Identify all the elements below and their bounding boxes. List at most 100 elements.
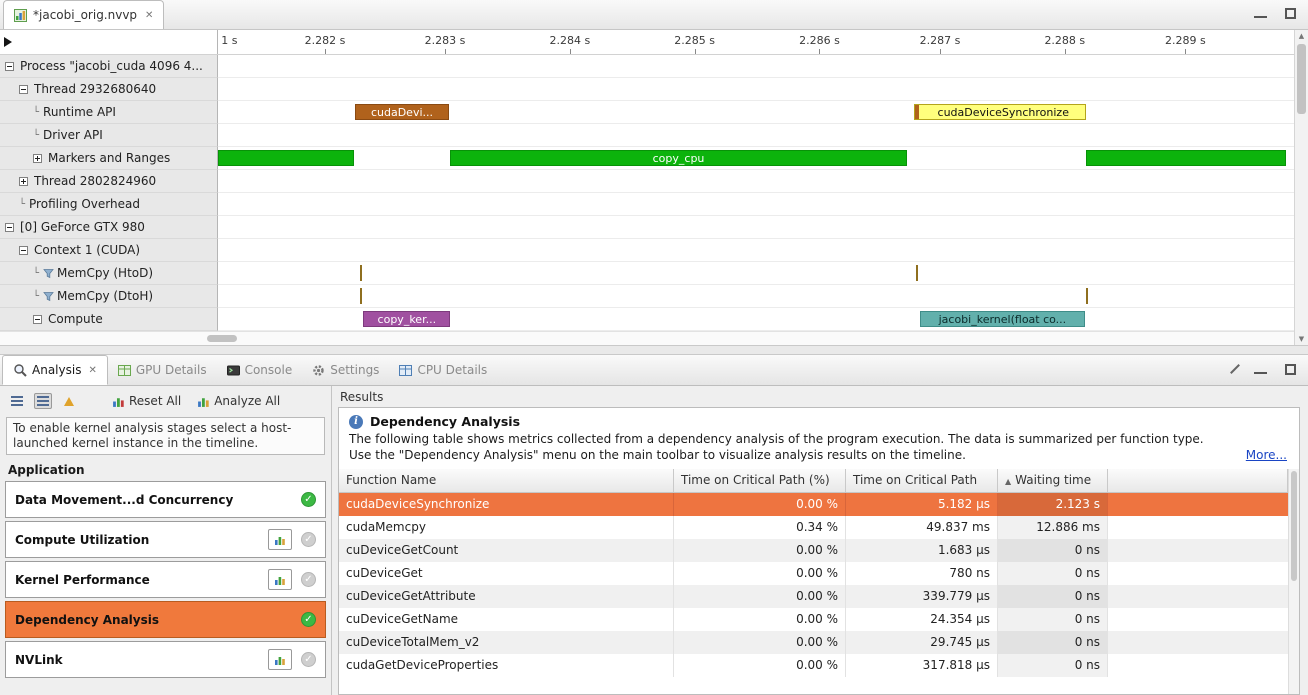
table-cell: cuDeviceTotalMem_v2: [339, 631, 674, 654]
collapse-icon[interactable]: [19, 246, 28, 255]
timeline-tree-item-driver-api[interactable]: └Driver API: [0, 124, 218, 147]
analysis-stage-kernel-performance[interactable]: Kernel Performance✓: [5, 561, 326, 598]
tab-gpu-details[interactable]: GPU Details: [108, 355, 217, 385]
timeline-interval-cudadevi[interactable]: cudaDevi...: [355, 104, 449, 120]
timeline-row: Thread 2802824960: [0, 170, 1294, 193]
timeline-interval-jacobi-kernel-float-co[interactable]: jacobi_kernel(float co...: [920, 311, 1086, 327]
tab-console[interactable]: Console: [217, 355, 303, 385]
memcpy-interval[interactable]: [360, 265, 362, 281]
results-vscrollbar[interactable]: [1288, 469, 1299, 694]
collapse-icon[interactable]: [5, 223, 14, 232]
column-header-time-on-critical-path[interactable]: Time on Critical Path (%): [674, 469, 846, 492]
chart-icon-button[interactable]: [268, 529, 292, 550]
grouped-view-icon[interactable]: [34, 393, 52, 409]
timeline-tree-item-0-geforce-gtx-980[interactable]: [0] GeForce GTX 980: [0, 216, 218, 239]
analysis-stage-nvlink[interactable]: NVLink✓: [5, 641, 326, 678]
tab-analysis[interactable]: Analysis ✕: [2, 355, 108, 385]
timeline-tree-item-compute[interactable]: Compute: [0, 308, 218, 331]
tab-settings[interactable]: Settings: [302, 355, 389, 385]
timeline-interval-cudadevicesynchronize[interactable]: cudaDeviceSynchronize: [914, 104, 1086, 120]
table-row-cudadevicesynchronize[interactable]: cudaDeviceSynchronize0.00 %5.182 µs2.123…: [339, 493, 1288, 516]
scroll-down-icon[interactable]: ▼: [1295, 333, 1308, 345]
timeline-tree-item-memcpy-htod[interactable]: └MemCpy (HtoD): [0, 262, 218, 285]
table-row-cudeviceget[interactable]: cuDeviceGet0.00 %780 ns0 ns: [339, 562, 1288, 585]
list-view-icon[interactable]: [8, 393, 26, 409]
ruler-tick-mark: [940, 49, 941, 54]
column-header-function-name[interactable]: Function Name: [339, 469, 674, 492]
timeline-track-runtime-api[interactable]: cudaDevi... cudaDeviceSynchronize: [218, 101, 1294, 124]
timeline-track-0-geforce-gtx-980[interactable]: [218, 216, 1294, 239]
collapse-icon[interactable]: [5, 62, 14, 71]
analyze-all-button[interactable]: Analyze All: [193, 392, 284, 410]
timeline-interval-copy-ker[interactable]: copy_ker...: [363, 311, 450, 327]
reset-all-button[interactable]: Reset All: [108, 392, 185, 410]
pane-splitter[interactable]: [0, 345, 1308, 355]
ruler-corner: [0, 30, 218, 54]
timeline-tree-item-process-jacobi-cuda-4096-4[interactable]: Process "jacobi_cuda 4096 4...: [0, 55, 218, 78]
minimize-icon[interactable]: [1254, 9, 1267, 18]
timeline-tree-item-thread-2932680640[interactable]: Thread 2932680640: [0, 78, 218, 101]
timeline-track-context-1-cuda[interactable]: [218, 239, 1294, 262]
more-link[interactable]: More...: [1246, 448, 1287, 464]
table-row-cudevicegetattribute[interactable]: cuDeviceGetAttribute0.00 %339.779 µs0 ns: [339, 585, 1288, 608]
expand-icon[interactable]: [19, 177, 28, 186]
analysis-stage-compute-utilization[interactable]: Compute Utilization✓: [5, 521, 326, 558]
timeline-track-thread-2802824960[interactable]: [218, 170, 1294, 193]
memcpy-interval[interactable]: [916, 265, 918, 281]
timeline-track-memcpy-dtoh[interactable]: [218, 285, 1294, 308]
table-row-cudevicegetcount[interactable]: cuDeviceGetCount0.00 %1.683 µs0 ns: [339, 539, 1288, 562]
chart-icon-button[interactable]: [268, 569, 292, 590]
timeline-track-markers-and-ranges[interactable]: copy_cpu: [218, 147, 1294, 170]
collapse-icon[interactable]: [19, 85, 28, 94]
timeline-track-process-jacobi-cuda-4096-4[interactable]: [218, 55, 1294, 78]
vscroll-thumb[interactable]: [1297, 44, 1306, 114]
timeline-ruler[interactable]: 1 s2.282 s2.283 s2.284 s2.285 s2.286 s2.…: [218, 30, 1294, 54]
memcpy-interval[interactable]: [1086, 288, 1088, 304]
analysis-stage-data-movement-d-concurrency[interactable]: Data Movement...d Concurrency✓: [5, 481, 326, 518]
timeline-interval[interactable]: [218, 150, 354, 166]
timeline-tree-item-markers-and-ranges[interactable]: Markers and Ranges: [0, 147, 218, 170]
timeline-track-profiling-overhead[interactable]: [218, 193, 1294, 216]
timeline-interval[interactable]: [1086, 150, 1286, 166]
column-header-waiting-time[interactable]: ▲Waiting time: [998, 469, 1108, 492]
timeline-row: Process "jacobi_cuda 4096 4...: [0, 55, 1294, 78]
table-row-cudagetdeviceproperties[interactable]: cudaGetDeviceProperties0.00 %317.818 µs0…: [339, 654, 1288, 677]
scroll-up-icon[interactable]: ▲: [1295, 30, 1308, 42]
close-icon[interactable]: ✕: [143, 10, 153, 21]
table-row-cudevicegetname[interactable]: cuDeviceGetName0.00 %24.354 µs0 ns: [339, 608, 1288, 631]
tab-cpu-details[interactable]: CPU Details: [389, 355, 497, 385]
timeline-tree-item-thread-2802824960[interactable]: Thread 2802824960: [0, 170, 218, 193]
table-cell: cuDeviceGetName: [339, 608, 674, 631]
timeline-row: └Driver API: [0, 124, 1294, 147]
timeline-hscrollbar[interactable]: [0, 331, 1294, 345]
maximize-icon[interactable]: [1285, 364, 1296, 375]
up-arrow-icon[interactable]: [64, 397, 74, 406]
timeline-tree-item-profiling-overhead[interactable]: └Profiling Overhead: [0, 193, 218, 216]
kernel-chart-icon: [274, 574, 286, 586]
table-row-cudevicetotalmem-v2[interactable]: cuDeviceTotalMem_v20.00 %29.745 µs0 ns: [339, 631, 1288, 654]
timeline-track-memcpy-htod[interactable]: [218, 262, 1294, 285]
timeline-vscrollbar[interactable]: ▲ ▼: [1294, 30, 1308, 345]
maximize-icon[interactable]: [1285, 8, 1296, 19]
timeline-track-driver-api[interactable]: [218, 124, 1294, 147]
timeline-track-compute[interactable]: copy_ker... jacobi_kernel(float co...: [218, 308, 1294, 331]
results-vscroll-thumb[interactable]: [1291, 471, 1297, 581]
editor-tab-jacobi[interactable]: *jacobi_orig.nvvp ✕: [3, 0, 164, 29]
table-row-cudamemcpy[interactable]: cudaMemcpy0.34 %49.837 ms12.886 ms: [339, 516, 1288, 539]
timeline-tree-item-memcpy-dtoh[interactable]: └MemCpy (DtoH): [0, 285, 218, 308]
timeline-tree-item-runtime-api[interactable]: └Runtime API: [0, 101, 218, 124]
close-icon[interactable]: ✕: [86, 365, 96, 376]
pencil-icon[interactable]: [1230, 364, 1240, 374]
expand-icon[interactable]: [33, 154, 42, 163]
timeline-tree-item-context-1-cuda[interactable]: Context 1 (CUDA): [0, 239, 218, 262]
collapse-icon[interactable]: [33, 315, 42, 324]
analysis-stage-dependency-analysis[interactable]: Dependency Analysis✓: [5, 601, 326, 638]
column-header-time-on-critical-path[interactable]: Time on Critical Path: [846, 469, 998, 492]
timeline-track-thread-2932680640[interactable]: [218, 78, 1294, 101]
minimize-icon[interactable]: [1254, 365, 1267, 374]
memcpy-interval[interactable]: [360, 288, 362, 304]
timeline-interval-copy-cpu[interactable]: copy_cpu: [450, 150, 906, 166]
hscroll-thumb[interactable]: [207, 335, 237, 342]
chart-icon-button[interactable]: [268, 649, 292, 670]
table-cell: 0.00 %: [674, 493, 846, 516]
